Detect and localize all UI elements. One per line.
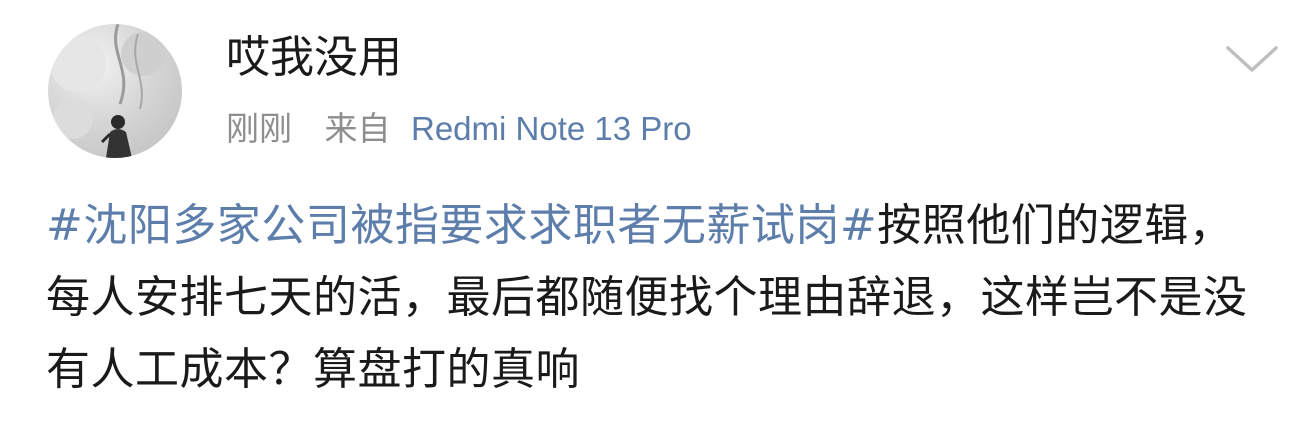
avatar[interactable] <box>48 24 182 158</box>
source-label: 来自 <box>324 109 391 148</box>
avatar-image <box>50 24 165 158</box>
post-time: 刚刚 <box>226 109 292 148</box>
post-meta: 刚刚 来自 Redmi Note 13 Pro <box>226 106 692 152</box>
post-content: #沈阳多家公司被指要求求职者无薪试岗#按照他们的逻辑，每人安排七天的活，最后都随… <box>46 190 1276 406</box>
chevron-down-icon[interactable] <box>1222 38 1282 78</box>
weibo-post-card: 哎我没用 刚刚 来自 Redmi Note 13 Pro #沈阳多家公司被指要求… <box>0 0 1312 426</box>
user-name[interactable]: 哎我没用 <box>226 30 402 86</box>
hashtag-link[interactable]: #沈阳多家公司被指要求求职者无薪试岗# <box>46 200 877 251</box>
device-link[interactable]: Redmi Note 13 Pro <box>411 110 692 147</box>
